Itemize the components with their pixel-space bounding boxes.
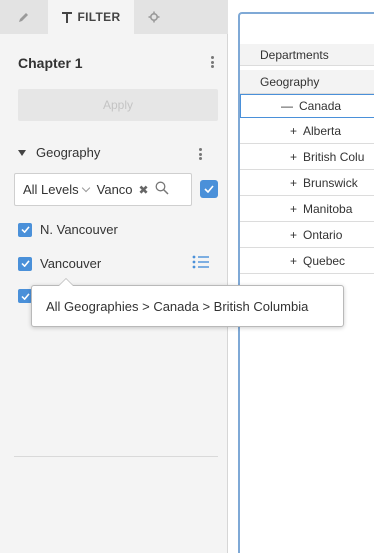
checkbox-checked[interactable] bbox=[18, 222, 32, 237]
table-row[interactable]: + Manitoba bbox=[240, 196, 374, 222]
list-item-label: N. Vancouver bbox=[40, 222, 118, 237]
tooltip-text: All Geographies > Canada > British Colum… bbox=[46, 298, 309, 314]
search-input[interactable]: Vanco bbox=[97, 182, 133, 197]
grid-header-label: Departments bbox=[260, 47, 329, 62]
table-row[interactable]: — Canada bbox=[240, 94, 374, 118]
row-label: Canada bbox=[299, 99, 342, 113]
filter-panel: FILTER Chapter 1 Apply Geography All Lev… bbox=[0, 0, 228, 553]
collapse-icon[interactable]: — bbox=[281, 99, 293, 113]
filter-search-box[interactable]: All Levels Vanco ✖ bbox=[14, 173, 192, 206]
table-row[interactable]: + British Colu bbox=[240, 144, 374, 170]
chevron-down-icon bbox=[81, 183, 90, 192]
filter-geography-header[interactable]: Geography bbox=[18, 145, 100, 160]
chapter-title: Chapter 1 bbox=[18, 55, 83, 71]
grid-header-geography[interactable]: Geography bbox=[240, 70, 374, 94]
list-item[interactable]: Vancouver bbox=[18, 256, 101, 271]
table-row[interactable]: + Alberta bbox=[240, 118, 374, 144]
grid-header-label: Geography bbox=[260, 74, 320, 89]
levels-dropdown[interactable]: All Levels bbox=[23, 182, 95, 197]
chapter-menu-icon[interactable] bbox=[206, 54, 218, 70]
panel-tab-bar: FILTER bbox=[0, 0, 228, 34]
tab-filter-label: FILTER bbox=[77, 10, 121, 24]
show-hierarchy-icon[interactable] bbox=[192, 255, 210, 274]
expand-icon[interactable]: + bbox=[290, 254, 297, 268]
row-label: Manitoba bbox=[303, 201, 353, 216]
row-label: Quebec bbox=[303, 253, 346, 268]
search-icon[interactable] bbox=[155, 181, 169, 198]
tab-settings[interactable] bbox=[134, 0, 174, 34]
clear-search-icon[interactable]: ✖ bbox=[139, 183, 149, 197]
tab-filter[interactable]: FILTER bbox=[48, 0, 134, 34]
table-row[interactable]: + Quebec bbox=[240, 248, 374, 274]
table-row[interactable]: + Ontario bbox=[240, 222, 374, 248]
tooltip-arrow bbox=[58, 278, 74, 286]
grid-header-departments[interactable]: Departments bbox=[240, 44, 374, 66]
collapse-caret-icon bbox=[18, 149, 26, 156]
breadcrumb-tooltip: All Geographies > Canada > British Colum… bbox=[31, 278, 344, 327]
select-all-checkbox[interactable] bbox=[200, 180, 218, 198]
expand-icon[interactable]: + bbox=[290, 150, 297, 164]
list-item[interactable]: N. Vancouver bbox=[18, 222, 118, 237]
expand-icon[interactable]: + bbox=[290, 124, 297, 138]
row-label: Ontario bbox=[303, 227, 343, 242]
filter-geography-label: Geography bbox=[36, 145, 101, 160]
list-item-label: Vancouver bbox=[40, 256, 102, 271]
pencil-icon bbox=[18, 11, 30, 23]
expand-icon[interactable]: + bbox=[290, 176, 297, 190]
row-label: British Colu bbox=[303, 149, 365, 164]
funnel-icon bbox=[61, 11, 72, 23]
row-label: Alberta bbox=[303, 123, 342, 138]
expand-icon[interactable]: + bbox=[290, 228, 297, 242]
gear-icon bbox=[148, 11, 160, 23]
expand-icon[interactable]: + bbox=[290, 202, 297, 216]
checkbox-checked[interactable] bbox=[18, 256, 32, 271]
filter-menu-icon[interactable] bbox=[194, 146, 206, 162]
apply-button[interactable]: Apply bbox=[18, 89, 218, 121]
table-row[interactable]: + Brunswick bbox=[240, 170, 374, 196]
levels-dropdown-label: All Levels bbox=[23, 182, 79, 197]
panel-divider bbox=[14, 456, 218, 457]
row-label: Brunswick bbox=[303, 175, 358, 190]
data-grid: Departments Geography — Canada + Alberta… bbox=[238, 12, 374, 553]
checkbox-checked[interactable] bbox=[18, 289, 32, 303]
tab-edit[interactable] bbox=[0, 0, 48, 34]
